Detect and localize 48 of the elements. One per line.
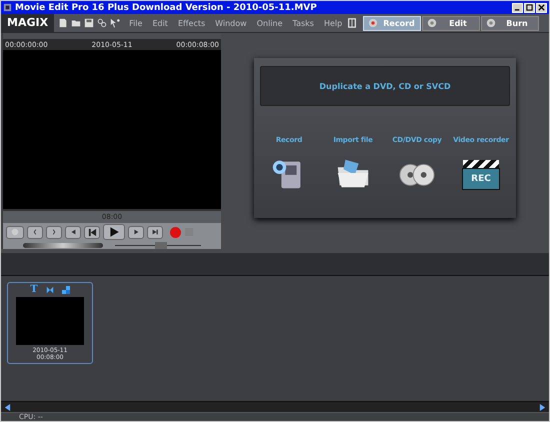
horizontal-scrollbar[interactable]	[1, 401, 549, 412]
effects-icon[interactable]	[62, 286, 70, 294]
clip-frame	[16, 297, 84, 345]
mark-in-button[interactable]	[27, 226, 43, 238]
minimize-button[interactable]	[512, 2, 523, 12]
maximize-button[interactable]	[524, 2, 535, 12]
mark-out-button[interactable]	[46, 226, 62, 238]
menu-item[interactable]: File	[129, 18, 142, 28]
mode-tab[interactable]: Burn	[481, 16, 539, 30]
skip-start-button[interactable]	[84, 226, 100, 238]
window-title: Movie Edit Pro 16 Plus Download Version - 2010-05-11.MVP	[15, 2, 317, 12]
disc-icon	[486, 18, 496, 28]
menu-item[interactable]: Effects	[178, 18, 206, 28]
mode-tab[interactable]: Edit	[422, 16, 480, 30]
forward-button[interactable]	[147, 226, 163, 238]
play-range-button[interactable]	[128, 226, 144, 238]
menu-item[interactable]: Window	[215, 18, 247, 28]
bracket-right-icon	[50, 228, 58, 236]
folder-icon[interactable]	[71, 18, 82, 28]
new-file-icon[interactable]	[58, 18, 68, 28]
grip-icon	[184, 227, 194, 237]
close-button[interactable]	[536, 2, 547, 12]
disc-icon	[368, 18, 378, 28]
transition-icon[interactable]	[46, 286, 54, 294]
menu-item[interactable]: Edit	[152, 18, 168, 28]
rewind-button[interactable]	[65, 226, 81, 238]
title-tool[interactable]: T	[30, 285, 38, 295]
maximize-icon	[526, 4, 533, 11]
help-pointer-icon[interactable]	[110, 18, 120, 28]
menu-item[interactable]: Online	[256, 18, 283, 28]
skip-start-icon	[88, 228, 96, 236]
slider-thumb[interactable]	[155, 242, 167, 248]
bracket-left-icon	[31, 228, 39, 236]
logo: MAGIX	[1, 14, 54, 32]
play-icon	[108, 226, 120, 238]
mode-tab[interactable]: Record	[363, 16, 421, 30]
camera-button[interactable]	[6, 226, 24, 238]
close-icon	[538, 4, 545, 11]
save-icon[interactable]	[84, 18, 94, 28]
disc-icon	[427, 18, 437, 28]
menu-item[interactable]: Tasks	[292, 18, 314, 28]
play-range-icon	[132, 228, 140, 236]
duplicate-disc-button[interactable]: Duplicate a DVD, CD or SVCD	[260, 66, 510, 106]
play-button[interactable]	[103, 224, 125, 240]
rewind-icon	[69, 228, 77, 236]
menu-item[interactable]: Help	[324, 18, 342, 28]
skip-end-icon	[151, 228, 159, 236]
jog-wheel[interactable]	[23, 242, 103, 248]
